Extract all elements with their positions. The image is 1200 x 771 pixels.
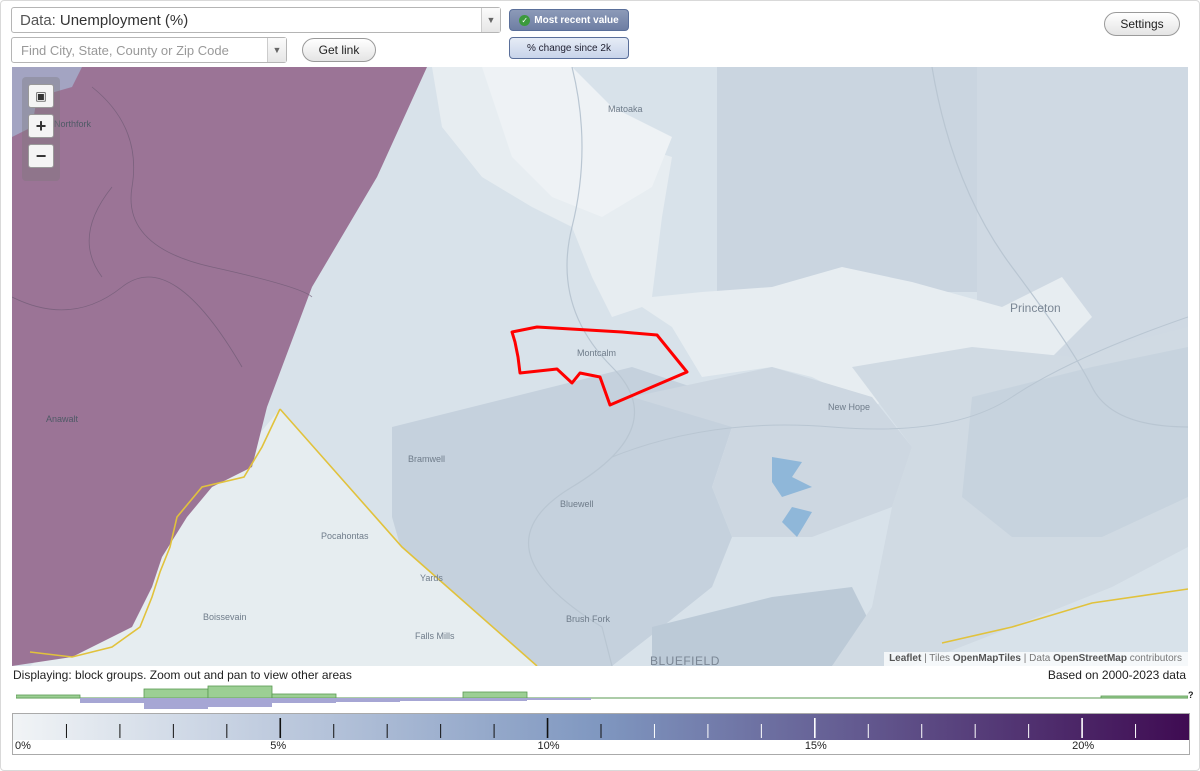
most-recent-label: Most recent value — [534, 14, 619, 26]
get-link-button[interactable]: Get link — [302, 38, 376, 62]
color-legend[interactable]: 0% 5% 10% 15% 20% — [12, 713, 1190, 755]
search-input[interactable] — [12, 41, 263, 59]
data-select[interactable]: Data: Unemployment (%) ▼ — [11, 7, 501, 33]
zoom-in-button[interactable]: + — [28, 114, 54, 138]
histogram-bar — [462, 691, 528, 699]
place-label: Montcalm — [577, 348, 617, 358]
chevron-down-icon[interactable]: ▼ — [267, 38, 286, 62]
histogram-bar — [1100, 695, 1188, 699]
chevron-down-icon[interactable]: ▼ — [481, 8, 500, 32]
map-attribution: Leaflet | Tiles OpenMapTiles | Data Open… — [884, 652, 1188, 666]
histogram-bar — [207, 685, 273, 699]
place-label: Boissevain — [203, 612, 247, 622]
map-view[interactable]: Matoaka Northfork Princeton Montcalm Ana… — [12, 67, 1188, 666]
legend-tick-label: 20% — [1072, 740, 1095, 752]
histogram-bar — [144, 698, 208, 709]
histogram-bar — [271, 693, 337, 699]
place-label: Anawalt — [46, 414, 79, 424]
leaflet-link[interactable]: Leaflet — [889, 653, 921, 664]
histogram-bar — [143, 688, 209, 699]
histogram-bar — [400, 698, 463, 701]
place-label: Brush Fork — [566, 614, 611, 624]
most-recent-toggle[interactable]: ✓ Most recent value — [509, 9, 629, 31]
place-label: Princeton — [1010, 301, 1061, 315]
histogram-bar — [463, 698, 527, 701]
place-label: Pocahontas — [321, 531, 369, 541]
data-range-note: Based on 2000-2023 data — [1047, 668, 1186, 682]
zoom-control: ▣ + − — [22, 77, 60, 181]
histogram-bar — [208, 698, 272, 707]
value-histogram — [16, 685, 1188, 709]
place-label: Falls Mills — [415, 631, 455, 641]
histogram-bar — [80, 698, 144, 703]
histogram-bar — [272, 698, 336, 703]
zoom-out-button[interactable]: − — [28, 144, 54, 168]
legend-tick-label: 5% — [270, 740, 287, 752]
place-label: Matoaka — [608, 104, 643, 114]
data-select-label: Data: — [20, 11, 56, 29]
checkmark-icon: ✓ — [519, 14, 531, 26]
place-label: Bluewell — [560, 499, 594, 509]
osm-link[interactable]: OpenStreetMap — [1053, 653, 1127, 664]
legend-scale — [13, 714, 1189, 740]
settings-button[interactable]: Settings — [1104, 12, 1180, 36]
place-label: Yards — [420, 573, 443, 583]
unknown-values-label: ? — [1188, 690, 1194, 700]
displaying-status: Displaying: block groups. Zoom out and p… — [13, 668, 352, 682]
place-label: BLUEFIELD — [650, 654, 720, 666]
map-layers — [12, 67, 1188, 666]
place-label: Bramwell — [408, 454, 446, 464]
place-label: New Hope — [828, 402, 871, 412]
data-select-value: Unemployment (%) — [59, 11, 189, 29]
legend-tick-label: 15% — [804, 740, 827, 752]
fullscreen-icon[interactable]: ▣ — [28, 84, 54, 108]
location-search[interactable]: ▼ — [11, 37, 287, 63]
histogram-bar — [16, 694, 81, 699]
histogram-bar — [336, 698, 400, 702]
percent-change-toggle[interactable]: % change since 2k — [509, 37, 629, 59]
percent-change-label: % change since 2k — [527, 42, 611, 54]
legend-tick-label: 10% — [537, 740, 560, 752]
histogram-bar — [527, 698, 591, 700]
legend-tick-label: 0% — [15, 740, 31, 752]
tiles-link[interactable]: OpenMapTiles — [953, 653, 1021, 664]
